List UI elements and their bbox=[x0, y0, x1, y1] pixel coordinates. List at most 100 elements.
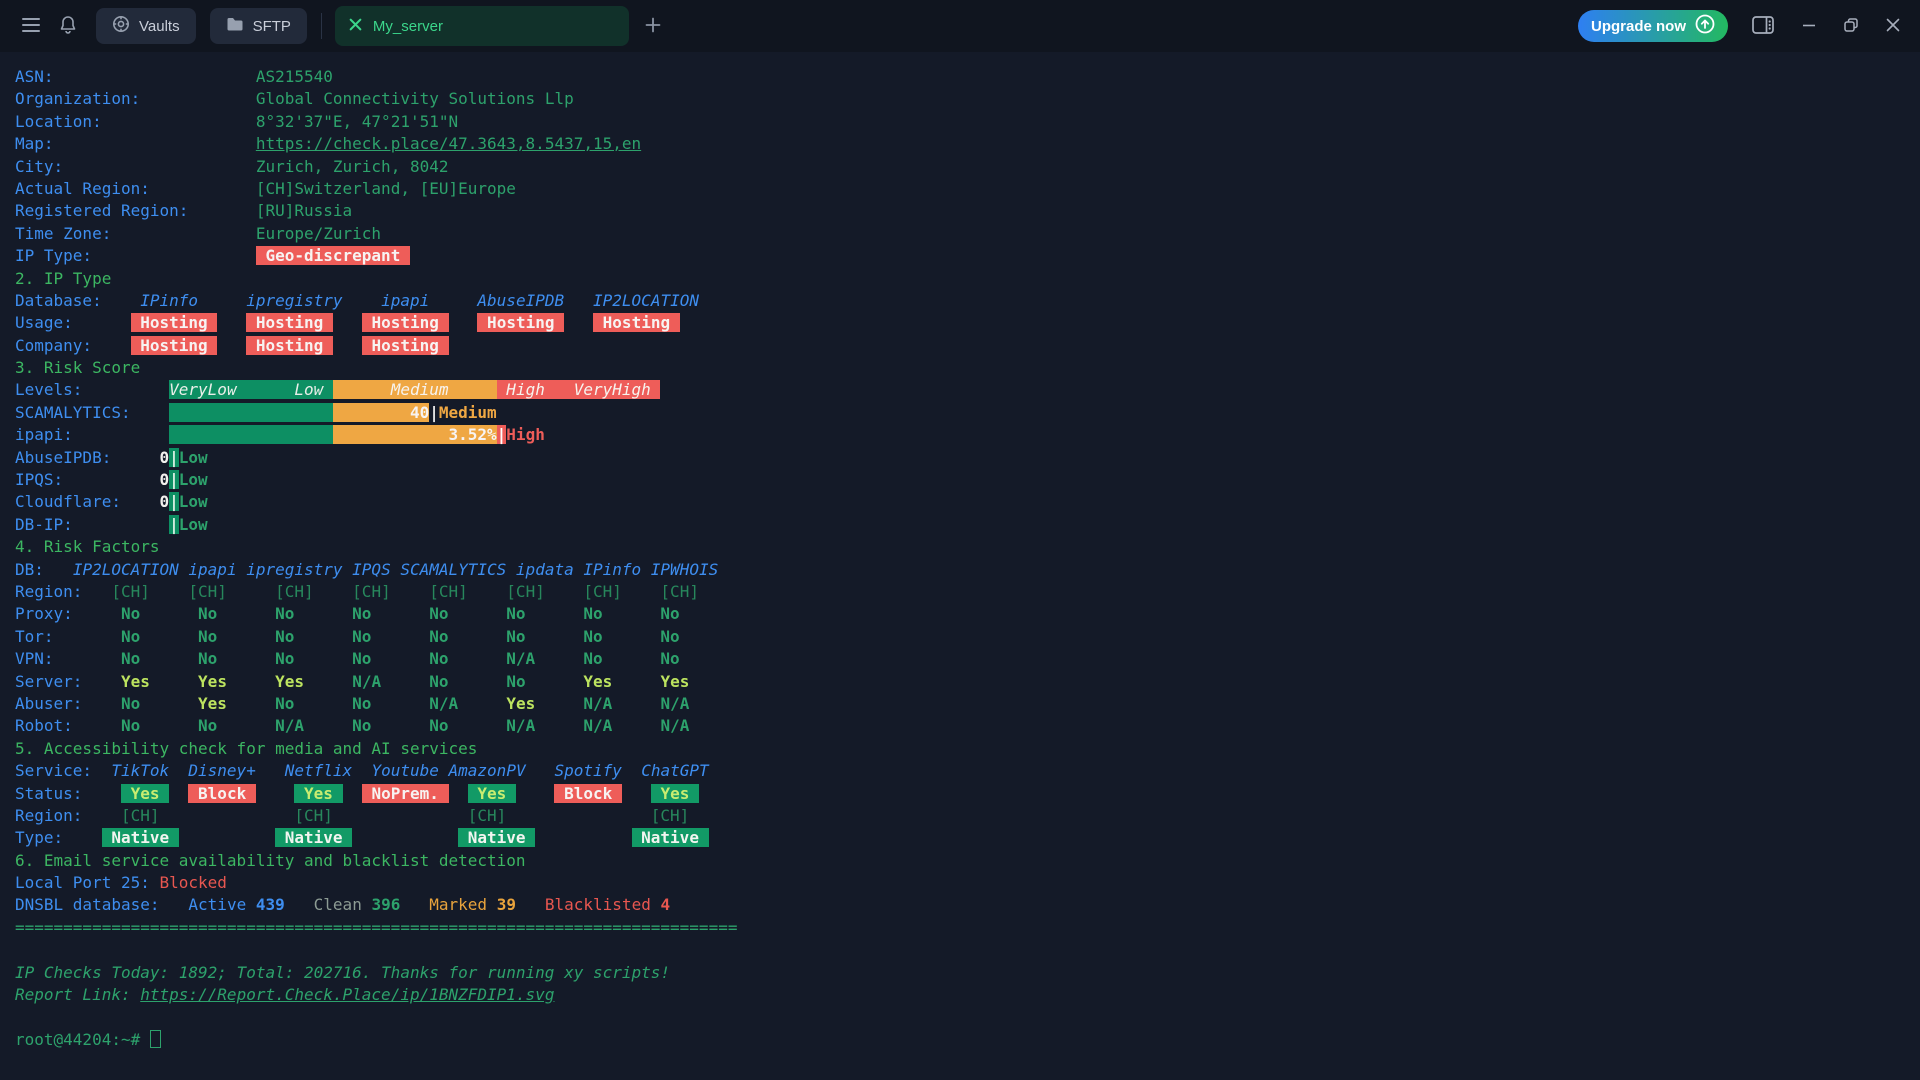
terminal-text: | bbox=[497, 425, 507, 444]
tab-close-icon[interactable] bbox=[349, 18, 362, 35]
close-icon bbox=[1886, 18, 1900, 35]
terminal-text: Geo-discrepant bbox=[256, 246, 410, 265]
terminal-text: Region: bbox=[15, 806, 82, 825]
sftp-button[interactable]: SFTP bbox=[210, 8, 307, 44]
terminal-text: Netflix bbox=[285, 761, 352, 780]
terminal-text: Yes bbox=[121, 672, 150, 691]
terminal-text: Global Connectivity Solutions Llp bbox=[256, 89, 574, 108]
terminal-text: Native bbox=[632, 828, 709, 847]
terminal-text: Europe/Zurich bbox=[256, 224, 381, 243]
terminal-line: Usage: Hosting Hosting Hosting Hosting H… bbox=[15, 312, 1920, 334]
terminal-line: Service: TikTok Disney+ Netflix Youtube … bbox=[15, 760, 1920, 782]
terminal-text bbox=[102, 291, 141, 310]
terminal-text bbox=[516, 784, 555, 803]
terminal-text: N/A bbox=[583, 694, 612, 713]
terminal-text: | bbox=[169, 448, 179, 467]
terminal-text bbox=[121, 492, 160, 511]
terminal-text: Zurich, Zurich, 8042 bbox=[256, 157, 449, 176]
terminal-text: No bbox=[429, 649, 448, 668]
terminal-text: NoPrem. bbox=[362, 784, 449, 803]
terminal-text: Actual Region: bbox=[15, 179, 150, 198]
terminal-text: No bbox=[660, 627, 679, 646]
terminal-text: No bbox=[198, 716, 217, 735]
terminal-text bbox=[603, 604, 661, 623]
terminal-text: Yes bbox=[198, 694, 227, 713]
terminal-output[interactable]: ASN: AS215540Organization: Global Connec… bbox=[0, 52, 1920, 1051]
terminal-text: Yes bbox=[294, 784, 342, 803]
tab-my-server[interactable]: My_server bbox=[335, 6, 629, 46]
bell-icon bbox=[60, 16, 76, 37]
terminal-text bbox=[622, 784, 651, 803]
terminal-text: [CH] bbox=[188, 582, 227, 601]
terminal-line: VPN: No No No No No N/A No No bbox=[15, 648, 1920, 670]
vaults-button[interactable]: Vaults bbox=[96, 8, 196, 44]
terminal-text: No bbox=[352, 627, 371, 646]
terminal-text: AmazonPV bbox=[449, 761, 526, 780]
terminal-text bbox=[111, 224, 256, 243]
folder-icon bbox=[226, 17, 244, 36]
terminal-text bbox=[439, 761, 449, 780]
terminal-text bbox=[545, 582, 584, 601]
notifications-button[interactable] bbox=[54, 10, 82, 43]
terminal-text: N/A bbox=[506, 716, 535, 735]
terminal-text bbox=[371, 604, 429, 623]
terminal-text: N/A bbox=[583, 716, 612, 735]
report-link[interactable]: https://Report.Check.Place/ip/1BNZFDIP1.… bbox=[140, 985, 554, 1004]
terminal-text bbox=[92, 761, 111, 780]
minimize-button[interactable] bbox=[1798, 14, 1820, 39]
toggle-sidebar-button[interactable] bbox=[1748, 12, 1778, 41]
terminal-text bbox=[63, 828, 102, 847]
terminal-text bbox=[535, 649, 583, 668]
terminal-text: N/A bbox=[506, 649, 535, 668]
restore-button[interactable] bbox=[1840, 14, 1862, 39]
terminal-text bbox=[54, 134, 256, 153]
terminal-text: ChatGPT bbox=[641, 761, 708, 780]
terminal-text: DNSBL database: bbox=[15, 895, 160, 914]
terminal-text: DB-IP: bbox=[15, 515, 73, 534]
terminal-text bbox=[294, 694, 352, 713]
map-link[interactable]: https://check.place/47.3643,8.5437,15,en bbox=[256, 134, 641, 153]
terminal-text: Hosting bbox=[246, 336, 333, 355]
terminal-text: [CH] bbox=[352, 582, 391, 601]
terminal-text bbox=[381, 672, 429, 691]
terminal-text: Native bbox=[102, 828, 179, 847]
terminal-text: 4 bbox=[660, 895, 670, 914]
terminal-text bbox=[160, 806, 295, 825]
terminal-text: Map: bbox=[15, 134, 54, 153]
terminal-text: Type: bbox=[15, 828, 63, 847]
terminal-text bbox=[400, 895, 429, 914]
terminal-text: ASN: bbox=[15, 67, 54, 86]
upgrade-now-button[interactable]: Upgrade now bbox=[1578, 10, 1728, 42]
terminal-text bbox=[526, 672, 584, 691]
terminal-text bbox=[622, 761, 641, 780]
terminal-text bbox=[82, 380, 169, 399]
terminal-text: Database: bbox=[15, 291, 102, 310]
terminal-text bbox=[294, 627, 352, 646]
terminal-text: No bbox=[121, 716, 140, 735]
titlebar-left: Vaults SFTP My_server bbox=[16, 6, 667, 46]
terminal-text: Hosting bbox=[477, 313, 564, 332]
close-button[interactable] bbox=[1882, 14, 1904, 39]
terminal-line: Server: Yes Yes Yes N/A No No Yes Yes bbox=[15, 671, 1920, 693]
terminal-text: No bbox=[583, 627, 602, 646]
terminal-text bbox=[198, 291, 246, 310]
terminal-line: SCAMALYTICS: 40|Medium bbox=[15, 402, 1920, 424]
terminal-text: 396 bbox=[371, 895, 400, 914]
terminal-text bbox=[371, 627, 429, 646]
terminal-text: 39 bbox=[497, 895, 516, 914]
terminal-text bbox=[111, 448, 159, 467]
terminal-line bbox=[15, 939, 1920, 961]
terminal-text: Hosting bbox=[131, 336, 218, 355]
terminal-text: Spotify bbox=[554, 761, 621, 780]
terminal-line bbox=[15, 1006, 1920, 1028]
terminal-line: IP Checks Today: 1892; Total: 202716. Th… bbox=[15, 962, 1920, 984]
terminal-text bbox=[449, 784, 468, 803]
menu-button[interactable] bbox=[16, 12, 46, 41]
terminal-text: IPQS: bbox=[15, 470, 63, 489]
terminal-text: Marked bbox=[429, 895, 496, 914]
new-tab-button[interactable] bbox=[639, 11, 667, 42]
terminal-line: Cloudflare: 0|Low bbox=[15, 491, 1920, 513]
terminal-line: Region: [CH] [CH] [CH] [CH] bbox=[15, 805, 1920, 827]
terminal-text: Yes bbox=[198, 672, 227, 691]
terminal-text: | bbox=[169, 492, 179, 511]
